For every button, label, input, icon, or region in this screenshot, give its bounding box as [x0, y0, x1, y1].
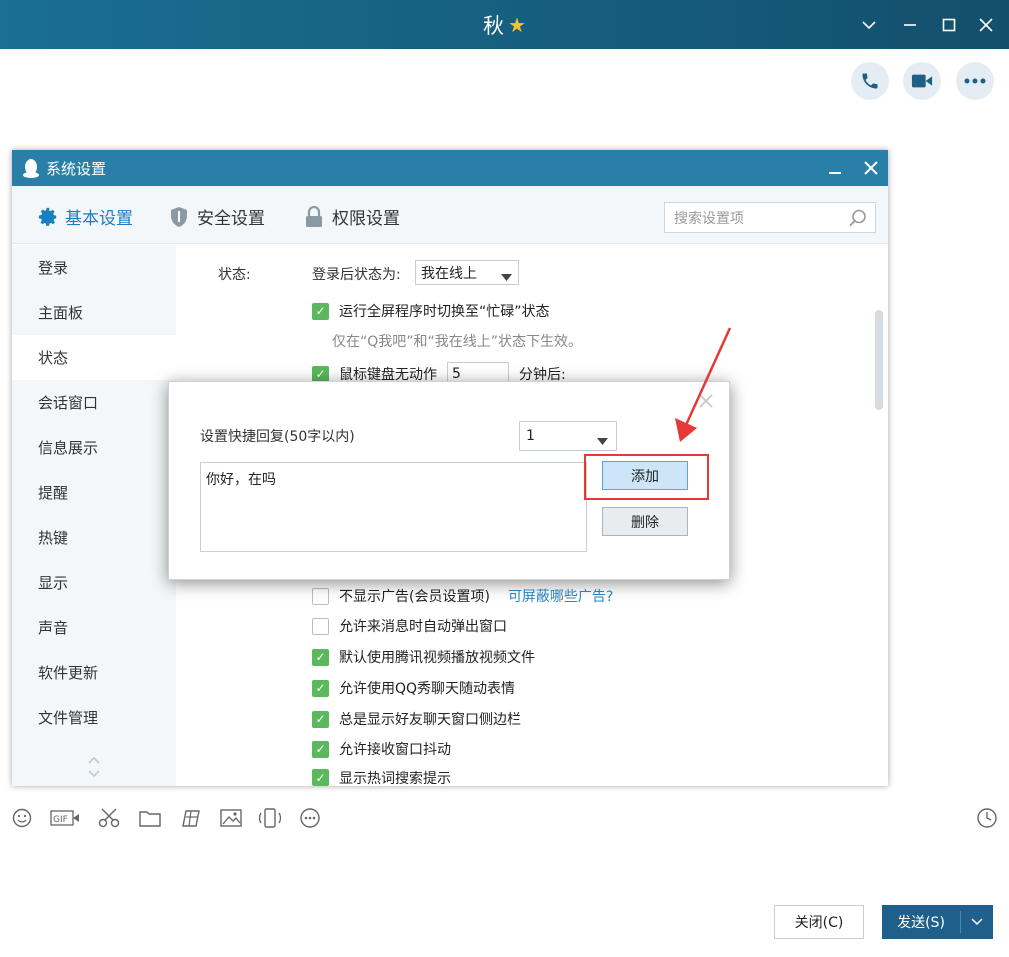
- screenshot-icon[interactable]: [179, 807, 203, 829]
- shake-icon[interactable]: [258, 807, 282, 829]
- fullscreen-busy-label: 运行全屏程序时切换至“忙碌”状态: [339, 304, 550, 320]
- status-select[interactable]: 我在线上: [415, 260, 519, 285]
- minimize-icon[interactable]: [897, 12, 923, 38]
- sidebar-item-info-display[interactable]: 信息展示: [12, 425, 176, 470]
- tab-label: 安全设置: [197, 209, 265, 229]
- option-label: 允许接收窗口抖动: [339, 742, 451, 758]
- quick-reply-index-select[interactable]: 1: [519, 421, 617, 451]
- settings-sidebar: 登录 主面板 状态 会话窗口 信息展示 提醒 热键 显示 声音 软件更新 文件管…: [12, 245, 176, 786]
- checkbox-checked-icon[interactable]: ✓: [312, 710, 329, 728]
- search-placeholder: 搜索设置项: [674, 210, 744, 227]
- more-icon[interactable]: [956, 62, 994, 100]
- chevron-down-icon[interactable]: [961, 918, 993, 926]
- checkbox-checked-icon[interactable]: ✓: [312, 740, 329, 758]
- sidebar-item-reminder[interactable]: 提醒: [12, 470, 176, 515]
- image-icon[interactable]: [219, 807, 243, 829]
- settings-title: 系统设置: [46, 160, 107, 178]
- option-row[interactable]: 允许来消息时自动弹出窗口: [312, 616, 507, 636]
- add-button[interactable]: 添加: [602, 461, 688, 490]
- quick-reply-index-value: 1: [526, 428, 535, 444]
- phone-icon[interactable]: [851, 62, 889, 100]
- quick-reply-dialog: 设置快捷回复(50字以内) 1 你好，在吗 添加 删除: [168, 381, 730, 580]
- checkbox-checked-icon[interactable]: ✓: [312, 365, 329, 383]
- quick-reply-label: 设置快捷回复(50字以内): [200, 429, 355, 445]
- quick-reply-text: 你好，在吗: [206, 472, 276, 488]
- tab-label: 基本设置: [65, 209, 133, 229]
- sidebar-item-chat-window[interactable]: 会话窗口: [12, 380, 176, 425]
- checkbox-unchecked-icon[interactable]: [312, 617, 329, 635]
- more-circle-icon[interactable]: [298, 807, 322, 829]
- emoji-icon[interactable]: [10, 807, 34, 829]
- scissors-icon[interactable]: [97, 807, 121, 829]
- tab-label: 权限设置: [332, 209, 400, 229]
- option-row[interactable]: ✓ 允许接收窗口抖动: [312, 739, 451, 759]
- qq-penguin-icon: [22, 158, 40, 182]
- close-icon[interactable]: [973, 12, 999, 38]
- option-label: 默认使用腾讯视频播放视频文件: [339, 650, 535, 666]
- option-label: 允许来消息时自动弹出窗口: [339, 619, 507, 635]
- checkbox-checked-icon[interactable]: ✓: [312, 302, 329, 320]
- ad-link[interactable]: 可屏蔽哪些广告?: [508, 586, 613, 606]
- option-label: 总是显示好友聊天窗口侧边栏: [339, 712, 521, 728]
- option-row[interactable]: 不显示广告(会员设置项) 可屏蔽哪些广告?: [312, 586, 613, 606]
- checkbox-unchecked-icon[interactable]: [312, 587, 329, 605]
- shield-icon: [170, 206, 188, 228]
- option-label: 允许使用QQ秀聊天随动表情: [339, 681, 516, 697]
- idle-minutes-value: 5: [452, 366, 461, 382]
- sidebar-item-main-panel[interactable]: 主面板: [12, 290, 176, 335]
- option-row[interactable]: ✓ 显示热词搜索提示: [312, 769, 451, 786]
- star-icon: ★: [508, 12, 526, 37]
- lock-icon: [305, 205, 323, 228]
- settings-titlebar: 系统设置: [12, 150, 888, 186]
- tab-security-settings[interactable]: 安全设置: [170, 204, 265, 229]
- history-clock-icon[interactable]: [975, 807, 999, 829]
- sidebar-item-display[interactable]: 显示: [12, 560, 176, 605]
- caret-down-icon: [597, 433, 608, 449]
- tab-basic-settings[interactable]: 基本设置: [37, 204, 133, 229]
- close-icon[interactable]: [864, 161, 878, 179]
- option-label: 不显示广告(会员设置项): [339, 589, 490, 605]
- sidebar-item-file-management[interactable]: 文件管理: [12, 695, 176, 740]
- maximize-icon[interactable]: [936, 12, 962, 38]
- quick-reply-textarea[interactable]: 你好，在吗: [200, 462, 587, 552]
- caret-down-icon: [501, 269, 512, 285]
- video-icon[interactable]: [903, 62, 941, 100]
- checkbox-checked-icon[interactable]: ✓: [312, 769, 329, 786]
- tab-permission-settings[interactable]: 权限设置: [305, 204, 400, 229]
- settings-scrollbar[interactable]: [875, 310, 883, 410]
- status-select-value: 我在线上: [421, 265, 477, 282]
- gif-icon[interactable]: GIF: [50, 807, 80, 829]
- delete-button[interactable]: 删除: [602, 507, 688, 536]
- close-chat-button[interactable]: 关闭(C): [774, 905, 864, 939]
- sidebar-item-hotkey[interactable]: 热键: [12, 515, 176, 560]
- checkbox-checked-icon[interactable]: ✓: [312, 648, 329, 666]
- search-icon[interactable]: [849, 209, 867, 231]
- sidebar-item-status[interactable]: 状态: [12, 335, 176, 380]
- gear-icon: [37, 206, 59, 228]
- option-row[interactable]: ✓ 总是显示好友聊天窗口侧边栏: [312, 709, 521, 729]
- minimize-icon[interactable]: [828, 160, 842, 176]
- red-arrow-annotation: [675, 327, 732, 442]
- svg-text:GIF: GIF: [53, 815, 68, 825]
- fullscreen-busy-row[interactable]: ✓ 运行全屏程序时切换至“忙碌”状态: [312, 301, 550, 321]
- option-row[interactable]: ✓ 默认使用腾讯视频播放视频文件: [312, 647, 535, 667]
- option-row[interactable]: ✓ 允许使用QQ秀聊天随动表情: [312, 678, 515, 698]
- sidebar-item-sound[interactable]: 声音: [12, 605, 176, 650]
- sidebar-item-software-update[interactable]: 软件更新: [12, 650, 176, 695]
- sidebar-item-login[interactable]: 登录: [12, 245, 176, 290]
- send-button[interactable]: 发送(S): [882, 905, 993, 939]
- settings-search-input[interactable]: 搜索设置项: [664, 202, 876, 233]
- checkbox-checked-icon[interactable]: ✓: [312, 679, 329, 697]
- sidebar-scroll-arrows-icon[interactable]: [86, 753, 102, 785]
- option-label: 显示热词搜索提示: [339, 770, 451, 787]
- folder-icon[interactable]: [138, 807, 162, 829]
- status-after-login-label: 登录后状态为:: [312, 267, 401, 283]
- send-label: 发送(S): [897, 915, 945, 931]
- settings-tabs: 基本设置 安全设置 权限设置 搜索设置项: [12, 186, 888, 244]
- chat-contact-name: 秋: [483, 13, 505, 38]
- fullscreen-hint: 仅在“Q我吧”和“我在线上”状态下生效。: [332, 334, 583, 350]
- status-section-label: 状态:: [218, 267, 251, 283]
- chevron-down-icon[interactable]: [856, 12, 882, 38]
